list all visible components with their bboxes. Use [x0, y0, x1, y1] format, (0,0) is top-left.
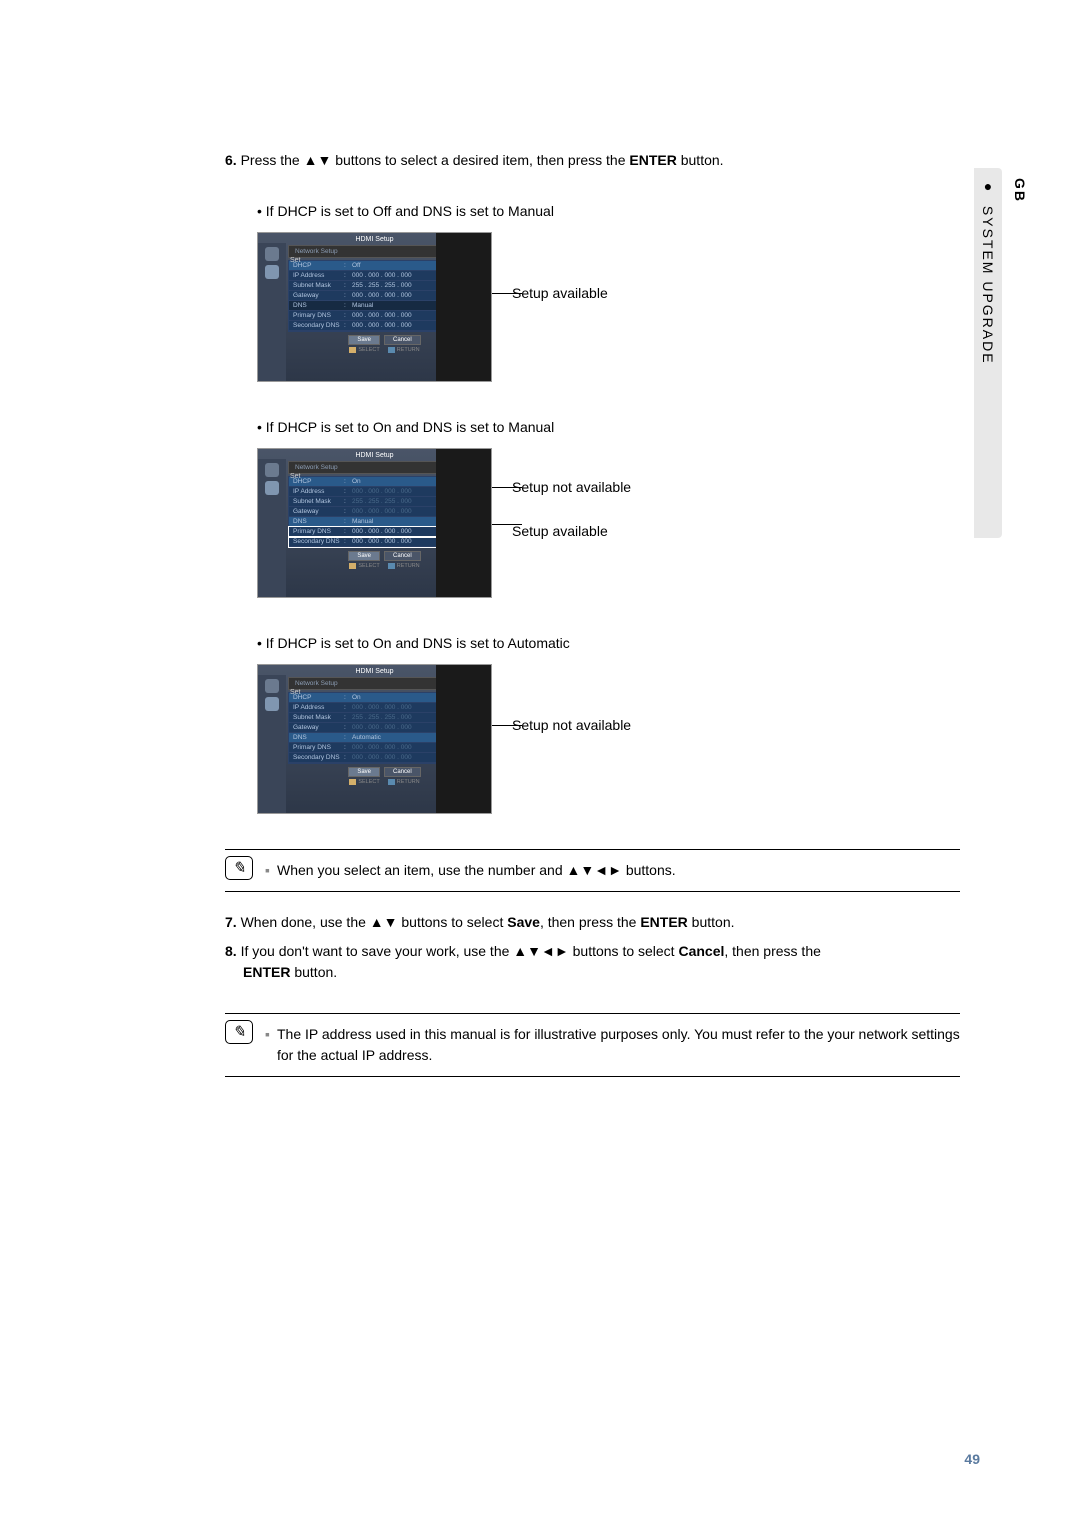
note-block-2: ✎ ▪ The IP address used in this manual i…: [225, 1013, 960, 1077]
save-label: Save: [507, 914, 540, 930]
block2-caption: • If DHCP is set to On and DNS is set to…: [257, 417, 960, 438]
hint-return: RETURN: [388, 347, 420, 353]
screenshot-dhcp-on-auto: HDMI Setup Set Network Setup DHCP:On IP …: [257, 664, 492, 814]
menu-sidebar: [258, 675, 286, 813]
callout-setup-not-available: Setup not available: [512, 479, 631, 495]
menu-icon: [265, 247, 279, 261]
note-block-1: ✎ ▪ When you select an item, use the num…: [225, 849, 960, 892]
select-icon: [349, 563, 356, 569]
hint-select: SELECT: [349, 347, 379, 353]
note-icon: ✎: [225, 856, 253, 880]
step-7: 7. When done, use the ▲▼ buttons to sele…: [225, 912, 960, 933]
callout-setup-available: Setup available: [512, 285, 608, 301]
cancel-button[interactable]: Cancel: [384, 767, 421, 777]
tv-preview: [436, 233, 491, 381]
callout-setup-not-available: Setup not available: [512, 717, 631, 733]
save-button[interactable]: Save: [348, 551, 380, 561]
note-icon: ✎: [225, 1020, 253, 1044]
menu-sidebar: [258, 459, 286, 597]
side-tab-section: SYSTEM UPGRADE: [980, 206, 996, 365]
menu-icon: [265, 697, 279, 711]
set-label: Set: [290, 689, 301, 696]
hint-select: SELECT: [349, 563, 379, 569]
step-7-num: 7.: [225, 914, 237, 930]
cancel-button[interactable]: Cancel: [384, 551, 421, 561]
menu-icon: [265, 481, 279, 495]
menu-icon: [265, 463, 279, 477]
note2-text: The IP address used in this manual is fo…: [277, 1026, 960, 1063]
page-number: 49: [964, 1451, 980, 1467]
side-tab-gb: GB: [1012, 178, 1028, 203]
tv-preview: [436, 665, 491, 813]
hint-return: RETURN: [388, 779, 420, 785]
hint-select: SELECT: [349, 779, 379, 785]
arrows-up-down: ▲▼: [370, 914, 398, 930]
arrows-up-down: ▲▼: [304, 152, 332, 168]
hint-return: RETURN: [388, 563, 420, 569]
block3-caption: • If DHCP is set to On and DNS is set to…: [257, 633, 960, 654]
step-8-num: 8.: [225, 943, 237, 959]
tv-preview: [436, 449, 491, 597]
arrows-4way: ▲▼◄►: [567, 862, 622, 878]
menu-sidebar: [258, 243, 286, 381]
side-tab: GB ● SYSTEM UPGRADE: [974, 168, 1002, 538]
save-button[interactable]: Save: [348, 335, 380, 345]
select-icon: [349, 347, 356, 353]
select-icon: [349, 779, 356, 785]
note-bullet: ▪: [265, 860, 270, 881]
step-6: 6. Press the ▲▼ buttons to select a desi…: [225, 150, 960, 171]
note-bullet: ▪: [265, 1024, 270, 1045]
return-icon: [388, 563, 395, 569]
screenshot-dhcp-on-manual: HDMI Setup Set Network Setup DHCP:On IP …: [257, 448, 492, 598]
cancel-label: Cancel: [678, 943, 724, 959]
return-icon: [388, 347, 395, 353]
cancel-button[interactable]: Cancel: [384, 335, 421, 345]
arrows-4way: ▲▼◄►: [513, 943, 568, 959]
menu-icon: [265, 679, 279, 693]
enter-label: ENTER: [243, 964, 290, 980]
step-6-num: 6.: [225, 152, 237, 168]
callout-setup-available: Setup available: [512, 523, 631, 539]
enter-label: ENTER: [640, 914, 687, 930]
screenshot-dhcp-off: HDMI Setup Set Network Setup DHCP:Off IP…: [257, 232, 492, 382]
set-label: Set: [290, 257, 301, 264]
enter-label: ENTER: [629, 152, 676, 168]
side-tab-bullet: ●: [980, 178, 996, 196]
set-label: Set: [290, 473, 301, 480]
block1-caption: • If DHCP is set to Off and DNS is set t…: [257, 201, 960, 222]
menu-icon: [265, 265, 279, 279]
save-button[interactable]: Save: [348, 767, 380, 777]
step-8: 8. If you don't want to save your work, …: [225, 941, 960, 983]
return-icon: [388, 779, 395, 785]
